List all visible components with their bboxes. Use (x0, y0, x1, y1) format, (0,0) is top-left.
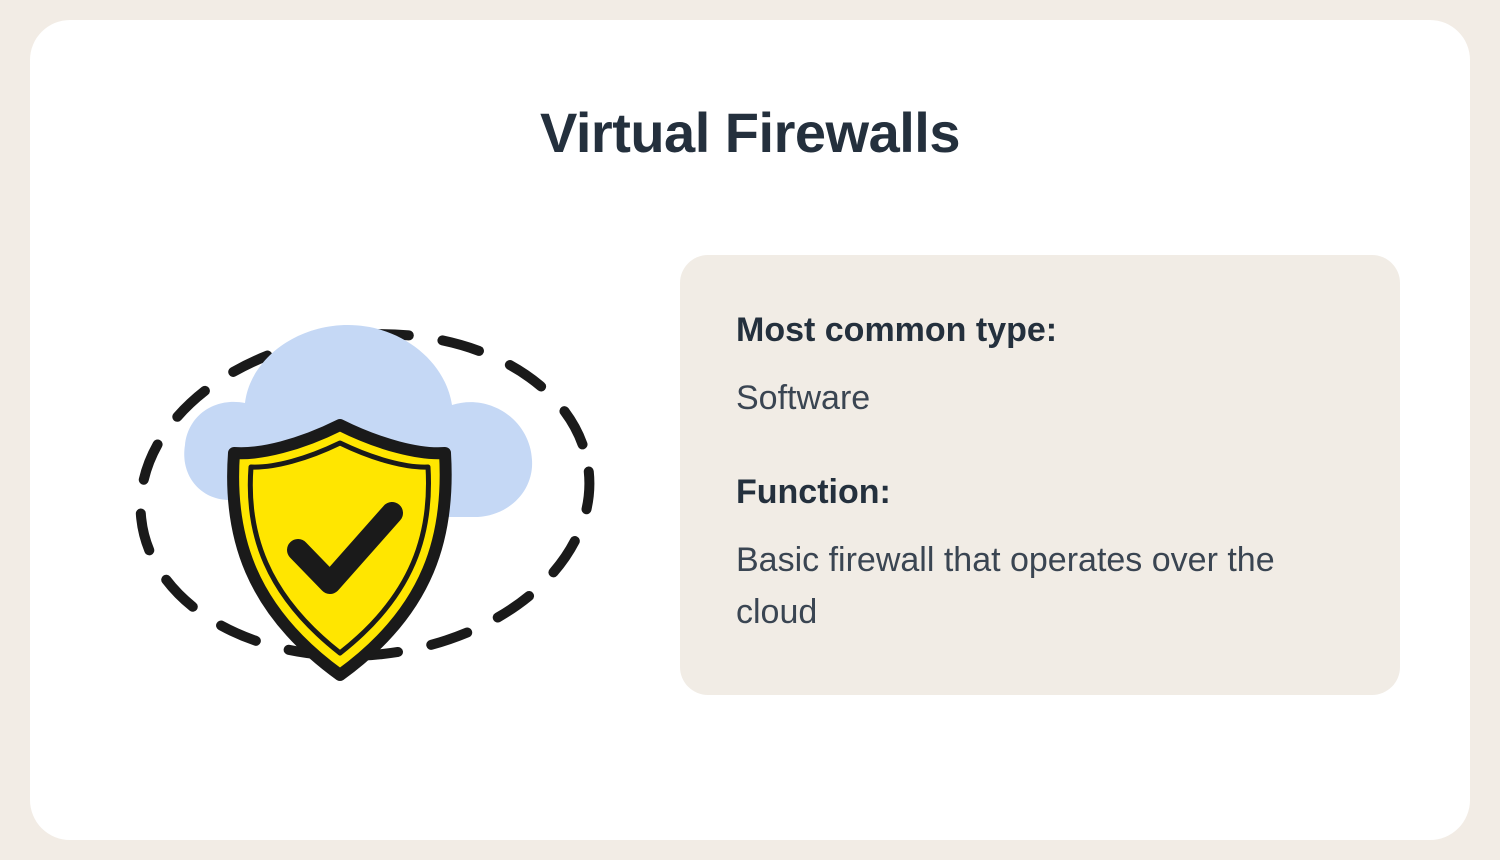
type-label: Most common type: (736, 311, 1344, 350)
card-title: Virtual Firewalls (100, 100, 1400, 165)
info-box: Most common type: Software Function: Bas… (680, 255, 1400, 695)
type-value: Software (736, 372, 1344, 425)
function-value: Basic firewall that operates over the cl… (736, 534, 1344, 639)
card-content: Most common type: Software Function: Bas… (100, 255, 1400, 695)
info-card: Virtual Firewalls Mos (30, 20, 1470, 840)
cloud-shield-check-icon (100, 265, 620, 685)
function-label: Function: (736, 473, 1344, 512)
